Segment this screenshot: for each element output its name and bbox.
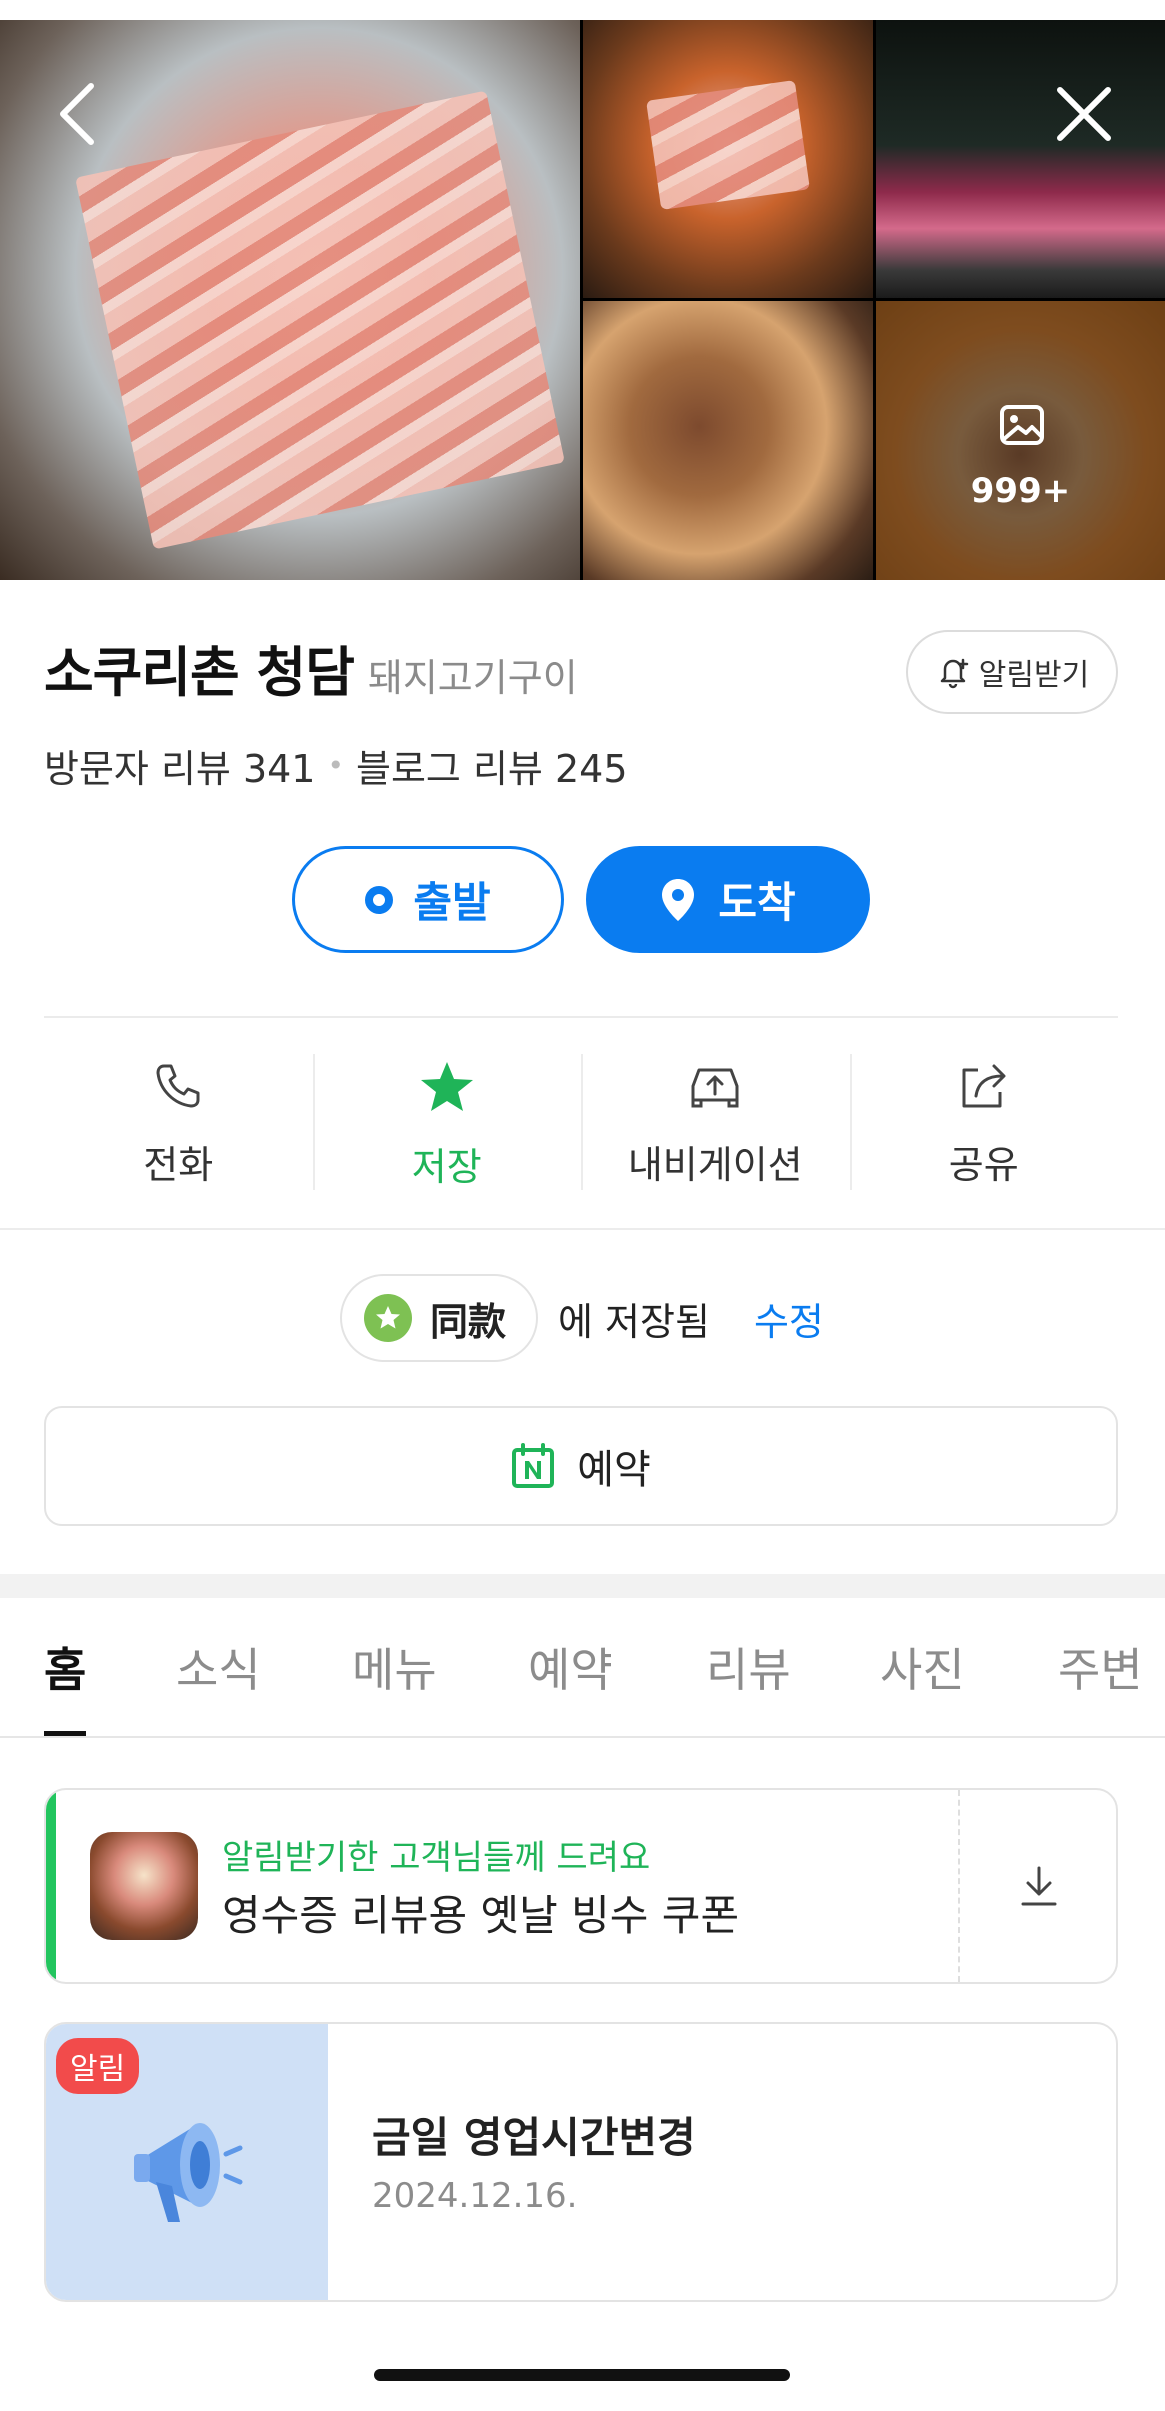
image-icon (1000, 405, 1044, 445)
saved-status-text: 에 저장됨 (558, 1299, 710, 1344)
tab-bar: 홈 소식 메뉴 예약 리뷰 사진 주변 (0, 1598, 1165, 1738)
coupon-download-button[interactable] (960, 1790, 1116, 1982)
start-dot-icon (365, 885, 394, 914)
car-navigation-icon (691, 1068, 739, 1108)
reserve-button[interactable]: 예약 (44, 1406, 1118, 1526)
phone-icon (156, 1064, 200, 1108)
notice-badge: 알림 (56, 2038, 140, 2094)
action-bar: 전화 저장 내비게이션 공유 (44, 1048, 1118, 1198)
share-button[interactable]: 공유 (849, 1048, 1119, 1198)
reserve-label: 예약 (577, 1447, 651, 1493)
photo-gallery[interactable]: 999+ (0, 20, 1165, 580)
tab-photos[interactable]: 사진 (880, 1634, 965, 1700)
notice-date: 2024.12.16. (372, 2176, 578, 2216)
megaphone-icon (134, 2123, 243, 2222)
route-start-button[interactable]: 출발 (292, 846, 564, 953)
photo-more-tile[interactable]: 999+ (876, 301, 1165, 580)
photo-thumbnail[interactable] (583, 301, 873, 580)
place-category: 돼지고기구이 (367, 656, 578, 700)
notice-title: 금일 영업시간변경 (372, 2113, 696, 2162)
saved-folder-chip[interactable]: 同款 (340, 1274, 539, 1362)
close-icon (1057, 87, 1111, 141)
alarm-label: 알림받기 (978, 658, 1090, 693)
photo-thumbnail[interactable] (583, 20, 873, 298)
share-icon (962, 1064, 1006, 1108)
coupon-accent-bar (46, 1790, 56, 1982)
tab-reservation[interactable]: 예약 (528, 1634, 613, 1700)
star-icon (420, 1062, 473, 1111)
home-indicator (374, 2369, 790, 2381)
tab-reviews[interactable]: 리뷰 (706, 1634, 791, 1700)
share-label: 공유 (948, 1143, 1019, 1187)
route-end-button[interactable]: 도착 (586, 846, 870, 953)
notice-image: 알림 (46, 2024, 328, 2300)
navigation-button[interactable]: 내비게이션 (581, 1048, 850, 1198)
navigation-label: 내비게이션 (627, 1143, 803, 1187)
bell-plus-icon (940, 658, 969, 689)
naver-calendar-icon (512, 1443, 555, 1488)
divider (0, 1228, 1165, 1230)
tab-menu[interactable]: 메뉴 (352, 1634, 437, 1700)
alarm-subscribe-button[interactable]: 알림받기 (906, 630, 1118, 714)
call-label: 전화 (143, 1143, 214, 1187)
download-icon (1021, 1866, 1057, 1906)
call-button[interactable]: 전화 (44, 1048, 313, 1198)
photo-count: 999+ (970, 471, 1071, 511)
route-end-label: 도착 (718, 878, 796, 927)
active-tab-indicator (44, 1731, 86, 1736)
location-pin-icon (662, 878, 695, 921)
divider (44, 1016, 1118, 1018)
coupon-card[interactable]: 알림받기한 고객님들께 드려요 영수증 리뷰용 옛날 빙수 쿠폰 (44, 1788, 1118, 1984)
place-name: 소쿠리촌 청담 (44, 641, 355, 704)
edit-link[interactable]: 수정 (754, 1291, 824, 1346)
coupon-thumbnail (90, 1832, 198, 1940)
chevron-left-icon (60, 83, 94, 145)
save-label: 저장 (411, 1145, 482, 1189)
close-button[interactable] (1052, 82, 1116, 146)
place-header: 소쿠리촌 청담 돼지고기구이 (44, 628, 578, 707)
photo-thumbnail[interactable] (876, 20, 1165, 298)
tab-home[interactable]: 홈 (44, 1634, 86, 1700)
tab-news[interactable]: 소식 (176, 1634, 261, 1700)
visitor-reviews-link[interactable]: 방문자 리뷰 341 (44, 738, 316, 793)
folder-star-icon (364, 1294, 412, 1342)
section-separator (0, 1574, 1165, 1598)
coupon-title: 영수증 리뷰용 옛날 빙수 쿠폰 (222, 1891, 740, 1940)
folder-name: 同款 (430, 1299, 507, 1344)
back-button[interactable] (45, 82, 109, 146)
review-summary: 방문자 리뷰 341 • 블로그 리뷰 245 (44, 738, 628, 793)
save-button[interactable]: 저장 (312, 1048, 582, 1198)
coupon-subtitle: 알림받기한 고객님들께 드려요 (222, 1838, 651, 1878)
tab-nearby[interactable]: 주변 (1058, 1634, 1143, 1700)
separator-dot: • (327, 749, 345, 782)
notice-card[interactable]: 알림 금일 영업시간변경 2024.12.16. (44, 2022, 1118, 2302)
blog-reviews-link[interactable]: 블로그 리뷰 245 (356, 738, 628, 793)
route-start-label: 출발 (413, 878, 491, 927)
saved-folder-row: 同款 에 저장됨 수정 (340, 1274, 824, 1362)
